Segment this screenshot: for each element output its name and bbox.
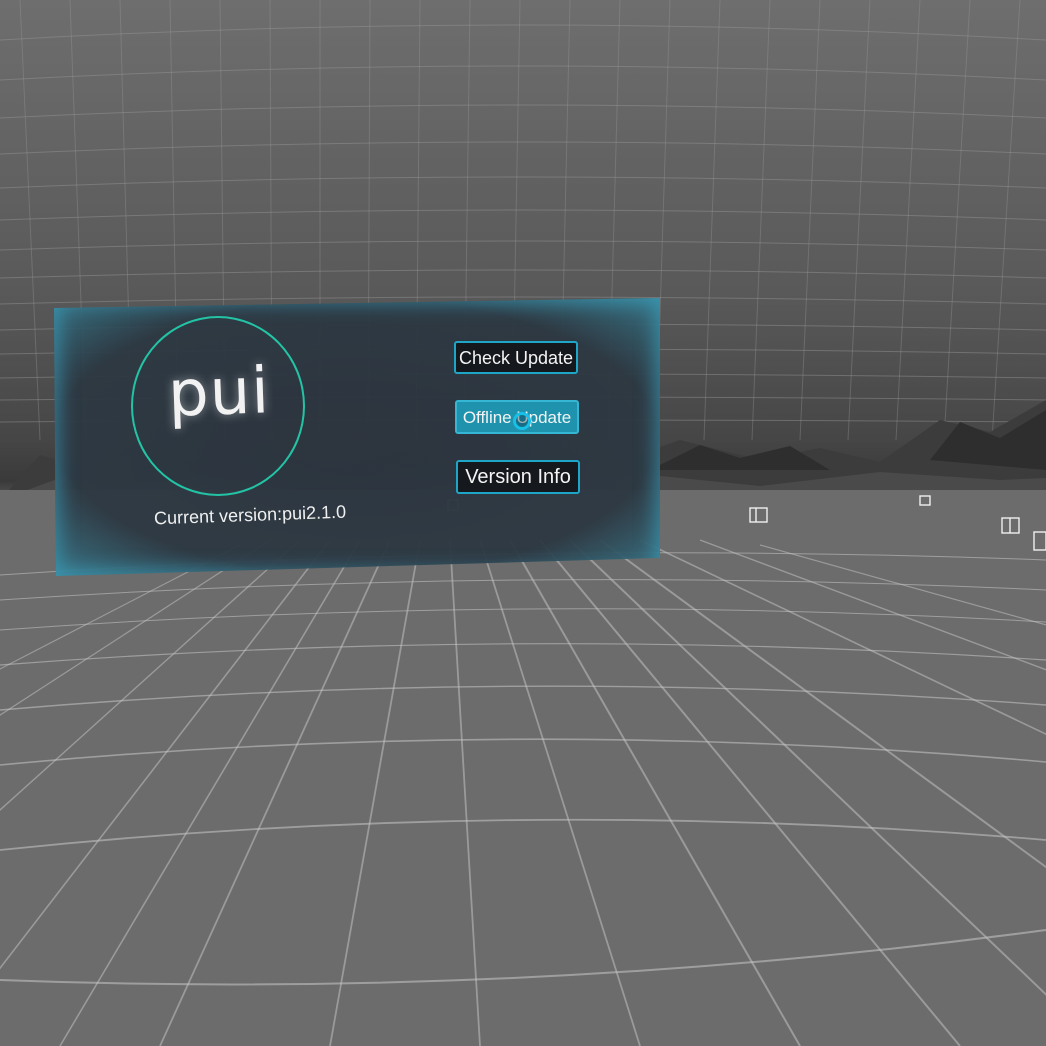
pui-logo: pui: [166, 354, 272, 432]
check-update-button[interactable]: Check Update: [454, 341, 578, 374]
version-info-button[interactable]: Version Info: [456, 460, 580, 494]
gaze-pointer-icon: [513, 412, 531, 430]
vr-environment: pui Current version:pui2.1.0 Check Updat…: [0, 0, 1046, 1046]
